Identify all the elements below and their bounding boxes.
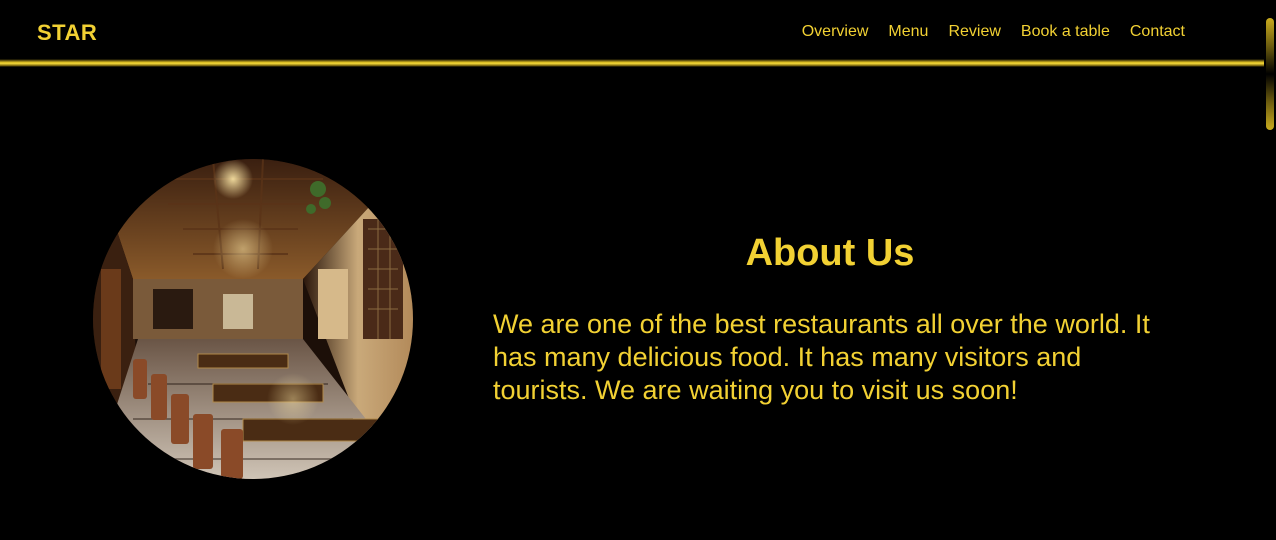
about-description: We are one of the best restaurants all o… xyxy=(493,309,1150,405)
nav-link-overview[interactable]: Overview xyxy=(802,22,869,42)
restaurant-interior-image xyxy=(93,159,413,479)
scrollbar-thumb[interactable] xyxy=(1266,18,1274,130)
brand-logo[interactable]: STAR xyxy=(37,20,97,46)
header-divider xyxy=(0,59,1264,67)
nav-link-menu[interactable]: Menu xyxy=(888,22,928,42)
nav-link-review[interactable]: Review xyxy=(948,22,1000,42)
nav-link-book-a-table[interactable]: Book a table xyxy=(1021,22,1110,42)
page: STAR Overview Menu Review Book a table C… xyxy=(0,0,1276,540)
nav-link-contact[interactable]: Contact xyxy=(1130,22,1185,42)
scrollbar[interactable] xyxy=(1264,0,1276,540)
main-nav: Overview Menu Review Book a table Contac… xyxy=(782,22,1185,42)
site-header: STAR Overview Menu Review Book a table C… xyxy=(0,0,1264,60)
about-title: About Us xyxy=(745,232,915,274)
